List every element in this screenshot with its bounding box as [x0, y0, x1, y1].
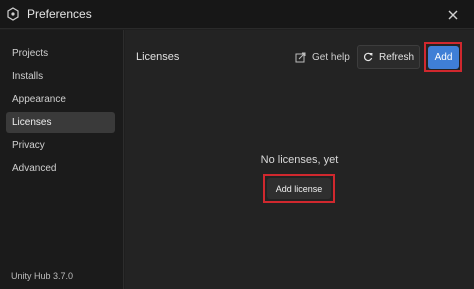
sidebar-item-installs[interactable]: Installs	[6, 66, 115, 87]
sidebar-item-appearance[interactable]: Appearance	[6, 89, 115, 110]
sidebar-item-projects[interactable]: Projects	[6, 43, 115, 64]
window-title: Preferences	[27, 7, 92, 21]
add-license-button[interactable]: Add license	[267, 178, 331, 199]
close-icon[interactable]	[444, 6, 462, 24]
version-label: Unity Hub 3.7.0	[11, 271, 74, 281]
get-help-label: Get help	[312, 51, 350, 63]
sidebar-item-privacy[interactable]: Privacy	[6, 135, 115, 156]
sidebar: Projects Installs Appearance Licenses Pr…	[0, 30, 124, 289]
title-bar: Preferences	[0, 0, 474, 29]
licenses-panel: Licenses Get help Refresh Add No license…	[125, 30, 474, 289]
refresh-label: Refresh	[378, 51, 414, 63]
external-link-icon	[295, 52, 306, 62]
add-button[interactable]: Add	[428, 46, 459, 69]
page-title: Licenses	[136, 51, 180, 63]
empty-state-text: No licenses, yet	[260, 154, 339, 166]
refresh-button[interactable]: Refresh	[357, 45, 420, 69]
refresh-icon	[363, 52, 373, 62]
sidebar-item-licenses[interactable]: Licenses	[6, 112, 115, 133]
sidebar-item-advanced[interactable]: Advanced	[6, 158, 115, 179]
unity-cube-icon	[7, 7, 19, 21]
get-help-link[interactable]: Get help	[295, 47, 350, 67]
